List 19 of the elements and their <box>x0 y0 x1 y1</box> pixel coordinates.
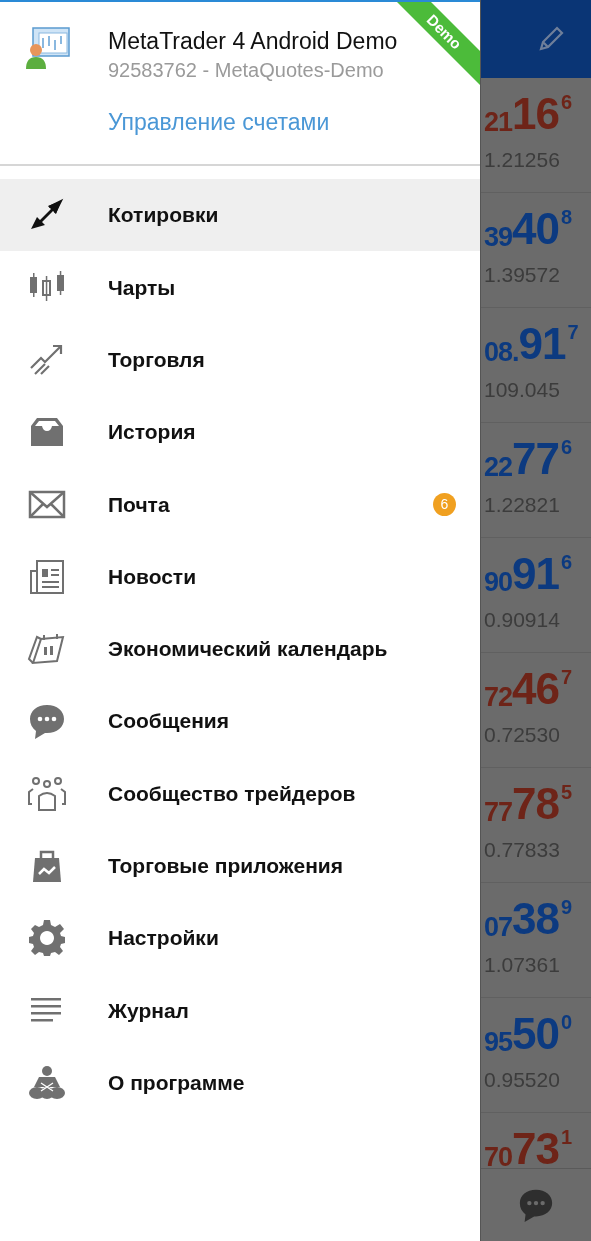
menu-item[interactable]: Котировки <box>0 179 480 252</box>
settings-icon <box>27 918 67 959</box>
menu-label: Котировки <box>108 202 220 229</box>
account-name: MetaTrader 4 Android Demo <box>108 27 398 56</box>
menu-label: Почта <box>108 491 171 518</box>
unread-count: 6 <box>433 492 456 516</box>
menu-label: Настройки <box>108 925 220 952</box>
menu-label: О программе <box>108 1069 246 1096</box>
menu-label: Сообщество трейдеров <box>108 780 357 807</box>
menu-label: Новости <box>108 563 198 590</box>
menu-label: История <box>108 419 197 446</box>
menu-label: Сообщения <box>108 708 231 735</box>
menu-label: Торговля <box>108 347 206 373</box>
menu-label: Чарты <box>108 274 177 301</box>
account-avatar-icon <box>25 26 71 70</box>
menu-label: Журнал <box>108 997 190 1024</box>
account-details: 92583762 - MetaQuotes-Demo <box>108 58 385 83</box>
menu-label: Экономический календарь <box>108 636 389 663</box>
menu-label: Торговые приложения <box>108 853 344 880</box>
